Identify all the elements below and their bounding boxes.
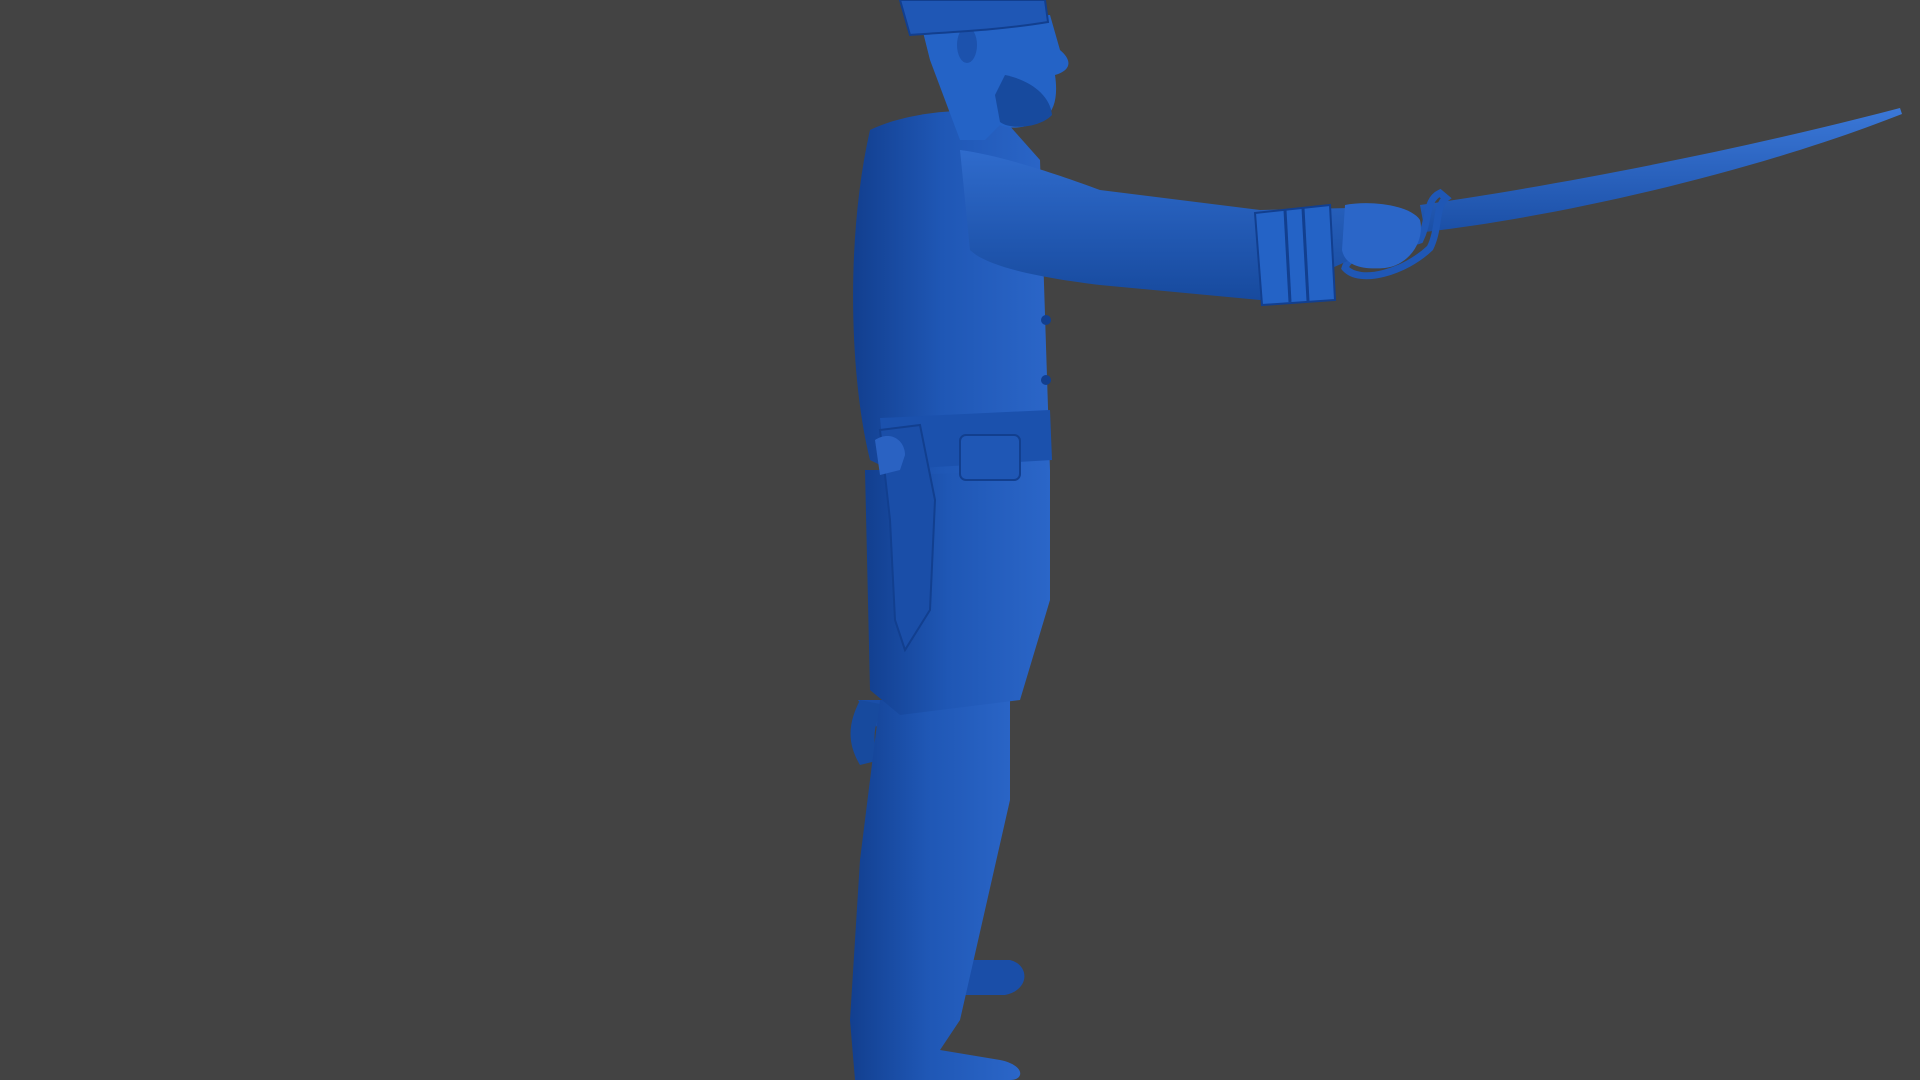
3d-viewport[interactable] bbox=[0, 0, 1920, 1080]
sculpt-render bbox=[850, 0, 1902, 1080]
sabre-icon bbox=[1341, 108, 1902, 280]
front-leg bbox=[850, 700, 1021, 1080]
